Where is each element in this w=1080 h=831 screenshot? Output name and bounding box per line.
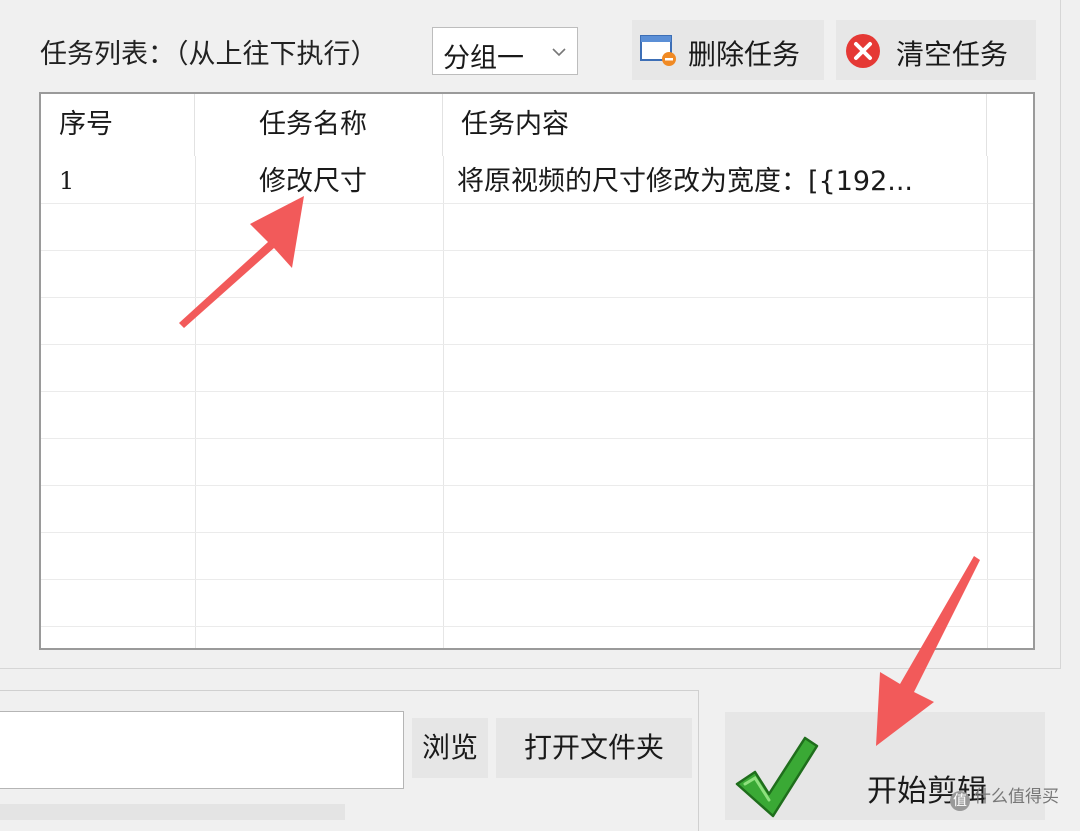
column-divider (987, 156, 988, 648)
close-circle-icon (846, 34, 880, 68)
delete-window-icon (640, 35, 676, 66)
row-divider (41, 344, 1033, 345)
output-path-input[interactable] (0, 711, 404, 789)
group-select[interactable]: 分组一 (432, 27, 578, 75)
cell-content: 将原视频的尺寸修改为宽度：[{192... (457, 166, 913, 197)
column-divider (443, 156, 444, 648)
watermark-text: 什么值得买 (974, 787, 1059, 807)
clear-tasks-label: 清空任务 (896, 38, 1009, 71)
task-list-label: 任务列表：（从上往下执行） (40, 39, 378, 70)
row-divider (41, 532, 1033, 533)
column-header-index[interactable]: 序号 (41, 94, 195, 156)
column-header-content[interactable]: 任务内容 (443, 94, 987, 156)
group-select-value: 分组一 (443, 43, 524, 74)
table-header: 序号 任务名称 任务内容 (41, 94, 1033, 156)
checkmark-icon (735, 736, 819, 818)
chevron-down-icon (552, 48, 566, 57)
clear-tasks-button[interactable]: 清空任务 (836, 20, 1036, 80)
column-header-spacer (987, 94, 1033, 156)
row-divider (41, 485, 1033, 486)
row-divider (41, 438, 1033, 439)
annotation-arrow-icon (876, 556, 980, 746)
column-header-name[interactable]: 任务名称 (195, 94, 443, 156)
bottom-strip (0, 804, 345, 820)
delete-task-button[interactable]: 删除任务 (632, 20, 824, 80)
watermark-logo-icon: 值 (950, 791, 970, 811)
annotation-arrow-icon (179, 196, 304, 328)
row-divider (41, 391, 1033, 392)
delete-task-label: 删除任务 (688, 38, 801, 71)
open-folder-button[interactable]: 打开文件夹 (496, 718, 692, 778)
watermark: 值什么值得买 (950, 782, 1059, 811)
browse-button[interactable]: 浏览 (412, 718, 488, 778)
